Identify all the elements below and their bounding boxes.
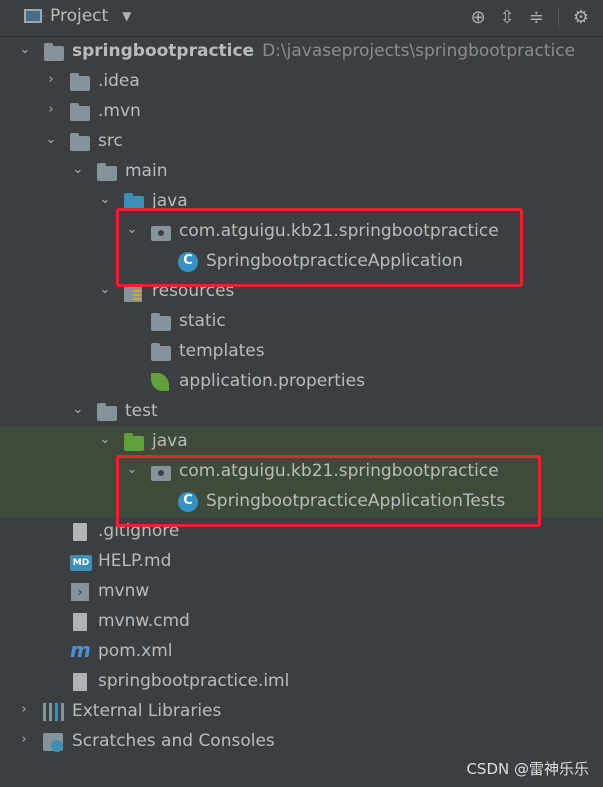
tree-item-mvnw[interactable]: › mvnw [0,577,603,607]
chevron-down-icon[interactable]: ⌄ [98,193,112,207]
module-file-icon [73,673,87,691]
tree-item-mvn[interactable]: › .mvn [0,97,603,127]
expand-all-icon[interactable]: ⇳ [500,7,515,28]
tree-item-label: java [152,431,188,451]
tree-item-test-java[interactable]: ⌄ java [0,427,603,457]
spring-leaf-icon [151,373,169,391]
watermark: CSDN @雷神乐乐 [466,760,589,778]
tree-item-label: .mvn [98,101,141,121]
chevron-right-icon[interactable]: › [44,73,58,87]
folder-icon [70,103,90,121]
shell-script-icon: › [71,583,89,601]
tree-item-label: static [179,311,226,331]
tree-item-label: Scratches and Consoles [72,731,275,751]
root-name: springbootpractice [72,41,255,61]
chevron-down-icon[interactable]: ⌄ [71,163,85,177]
folder-icon [97,163,117,181]
tree-item-iml[interactable]: springbootpractice.iml [0,667,603,697]
ignore-file-icon [73,523,87,541]
folder-icon [97,403,117,421]
tree-item-label: mvnw [98,581,150,601]
tree-item-root[interactable]: ⌄ springbootpractice D:\javaseprojects\sp… [0,37,603,67]
maven-icon: m [70,638,91,662]
tree-item-mvnw-cmd[interactable]: mvnw.cmd [0,607,603,637]
locate-icon[interactable]: ⊕ [471,7,486,28]
tree-item-pom[interactable]: m pom.xml [0,637,603,667]
annotation-box [116,455,541,527]
toolbar-divider [557,7,559,28]
tree-item-main[interactable]: ⌄ main [0,157,603,187]
chevron-down-icon[interactable]: ⌄ [98,283,112,297]
folder-icon [151,313,171,331]
chevron-down-icon[interactable]: ⌄ [44,133,58,147]
tree-item-label: application.properties [179,371,365,391]
scratches-icon [43,733,63,752]
tree-item-label: src [98,131,123,151]
tree-item-help[interactable]: MD HELP.md [0,547,603,577]
root-label: springbootpractice D:\javaseprojects\spri… [72,41,575,61]
tree-item-label: templates [179,341,265,361]
tree-item-scratches[interactable]: › Scratches and Consoles [0,727,603,757]
tree-item-label: HELP.md [98,551,172,571]
chevron-right-icon[interactable]: › [44,103,58,117]
annotation-box [116,208,523,287]
chevron-right-icon[interactable]: › [17,703,31,717]
tree-item-templates[interactable]: templates [0,337,603,367]
gear-icon[interactable]: ⚙ [573,7,589,28]
toolbar-actions: ⊕ ⇳ ≑ ⚙ [471,7,589,28]
resources-folder-icon [124,285,142,302]
tree-item-test[interactable]: ⌄ test [0,397,603,427]
module-folder-icon [44,43,64,61]
root-path: D:\javaseprojects\springbootpractice [262,41,576,61]
tree-item-label: test [125,401,158,421]
project-title: Project [50,6,109,26]
project-view-selector[interactable]: Project ▼ [24,6,131,26]
chevron-right-icon[interactable]: › [17,733,31,747]
folder-icon [151,343,171,361]
tree-item-label: pom.xml [98,641,173,661]
tree-item-application-properties[interactable]: application.properties [0,367,603,397]
tree-item-label: External Libraries [72,701,222,721]
tree-item-src[interactable]: ⌄ src [0,127,603,157]
text-file-icon [73,613,87,631]
library-icon [43,703,65,721]
tree-item-label: springbootpractice.iml [98,671,290,691]
chevron-down-icon[interactable]: ▼ [122,9,131,23]
chevron-down-icon[interactable]: ⌄ [71,403,85,417]
window-icon [24,9,42,23]
markdown-icon: MD [70,555,92,571]
tree-item-idea[interactable]: › .idea [0,67,603,97]
tree-item-label: mvnw.cmd [98,611,190,631]
project-toolbar: Project ▼ ⊕ ⇳ ≑ ⚙ [0,0,603,37]
tree-item-external-libraries[interactable]: › External Libraries [0,697,603,727]
chevron-down-icon[interactable]: ⌄ [98,433,112,447]
chevron-down-icon[interactable]: ⌄ [18,43,32,57]
tree-item-static[interactable]: static [0,307,603,337]
tree-item-label: main [125,161,168,181]
tree-item-label: .idea [98,71,140,91]
folder-icon [70,133,90,151]
folder-icon [70,73,90,91]
collapse-all-icon[interactable]: ≑ [529,7,544,28]
test-folder-icon [124,433,144,451]
